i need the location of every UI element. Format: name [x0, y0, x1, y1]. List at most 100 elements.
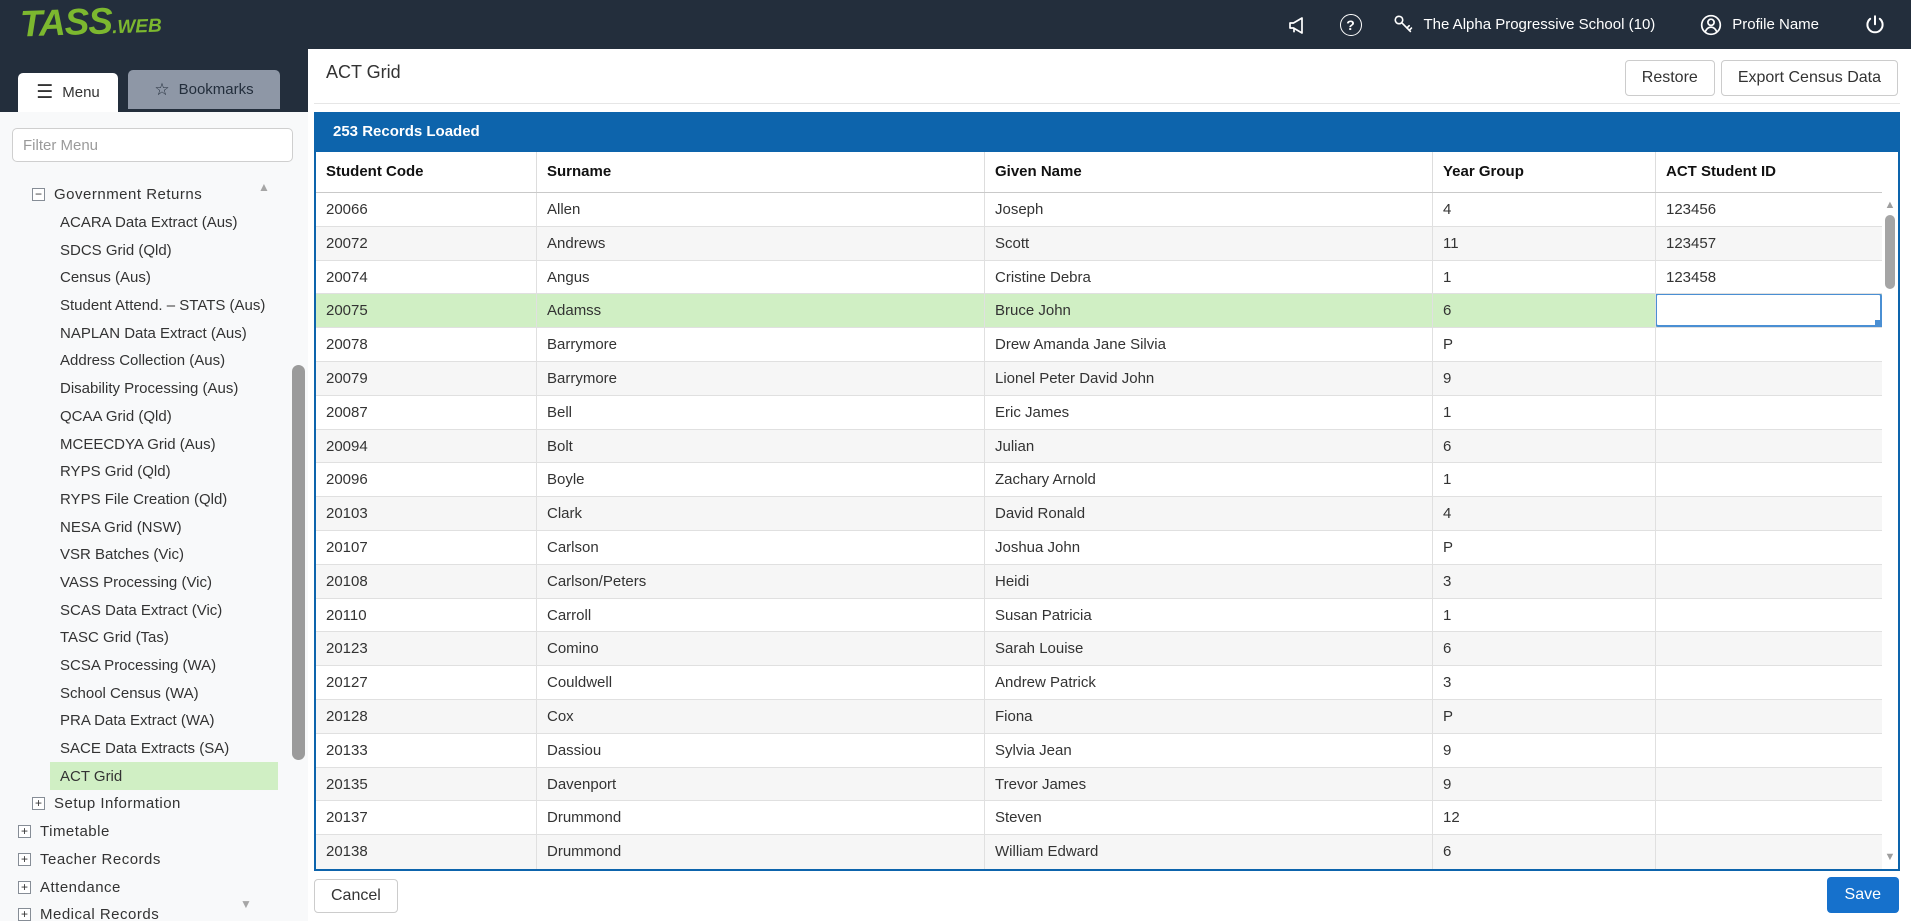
- cell-act-student-id[interactable]: [1656, 294, 1882, 327]
- cell-year-group: 9: [1433, 734, 1656, 767]
- cell-act-student-id[interactable]: [1656, 700, 1882, 733]
- sidebar-item-timetable[interactable]: +Timetable: [0, 818, 308, 846]
- logout-power-icon[interactable]: [1863, 13, 1887, 37]
- sidebar-item-nesa-grid-nsw[interactable]: NESA Grid (NSW): [0, 513, 308, 541]
- column-header-student-code[interactable]: Student Code: [316, 152, 537, 192]
- sidebar-item-label: Address Collection (Aus): [60, 352, 225, 369]
- profile-menu[interactable]: Profile Name: [1699, 13, 1819, 37]
- sidebar-item-medical-records[interactable]: +Medical Records: [0, 901, 308, 921]
- cell-act-student-id[interactable]: [1656, 632, 1882, 665]
- cell-year-group: 6: [1433, 294, 1656, 327]
- sidebar-item-label: NAPLAN Data Extract (Aus): [60, 325, 247, 342]
- key-icon: [1392, 13, 1415, 36]
- cell-act-student-id[interactable]: [1656, 666, 1882, 699]
- sidebar-scroll-down-icon[interactable]: ▼: [240, 897, 252, 911]
- cell-act-student-id[interactable]: 123456: [1656, 193, 1882, 226]
- cell-act-student-id[interactable]: [1656, 328, 1882, 361]
- act-student-id-input[interactable]: [1656, 294, 1882, 327]
- table-row: 20103ClarkDavid Ronald4: [316, 497, 1882, 531]
- save-button[interactable]: Save: [1827, 877, 1899, 913]
- cell-surname: Andrews: [537, 227, 985, 260]
- cell-act-student-id[interactable]: [1656, 396, 1882, 429]
- collapse-box-icon[interactable]: −: [32, 188, 45, 201]
- sidebar-item-label: ACT Grid: [60, 768, 122, 785]
- sidebar-item-label: Government Returns: [54, 186, 202, 203]
- sidebar-item-sdcs-grid-qld[interactable]: SDCS Grid (Qld): [0, 236, 308, 264]
- cell-year-group: 12: [1433, 801, 1656, 834]
- sidebar-item-qcaa-grid-qld[interactable]: QCAA Grid (Qld): [0, 403, 308, 431]
- cell-act-student-id[interactable]: 123457: [1656, 227, 1882, 260]
- cell-year-group: 4: [1433, 193, 1656, 226]
- cell-code: 20135: [316, 768, 537, 801]
- column-header-given-name[interactable]: Given Name: [985, 152, 1433, 192]
- cell-act-student-id[interactable]: [1656, 801, 1882, 834]
- cell-surname: Dassiou: [537, 734, 985, 767]
- cell-act-student-id[interactable]: [1656, 463, 1882, 496]
- cell-act-student-id[interactable]: 123458: [1656, 261, 1882, 294]
- help-icon[interactable]: ?: [1340, 14, 1362, 36]
- sidebar-item-setup-information[interactable]: +Setup Information: [0, 790, 308, 818]
- cell-act-student-id[interactable]: [1656, 531, 1882, 564]
- cell-act-student-id[interactable]: [1656, 565, 1882, 598]
- sidebar-item-census-aus[interactable]: Census (Aus): [0, 264, 308, 292]
- table-scrollbar[interactable]: ▲ ▼: [1882, 193, 1898, 867]
- top-bar: TASS.WEB ? The Alpha Progressive School …: [0, 0, 1911, 49]
- cell-act-student-id[interactable]: [1656, 362, 1882, 395]
- sidebar-item-ryps-file-creation-qld[interactable]: RYPS File Creation (Qld): [0, 486, 308, 514]
- sidebar: ☰ Menu ☆ Bookmarks −Government Returns AC…: [0, 49, 308, 921]
- expand-box-icon[interactable]: +: [32, 797, 45, 810]
- tab-menu[interactable]: ☰ Menu: [18, 73, 118, 112]
- cell-act-student-id[interactable]: [1656, 835, 1882, 869]
- sidebar-item-tasc-grid-tas[interactable]: TASC Grid (Tas): [0, 624, 308, 652]
- sidebar-item-mceecdya-grid-aus[interactable]: MCEECDYA Grid (Aus): [0, 430, 308, 458]
- table-scroll-down-icon[interactable]: ▼: [1882, 851, 1898, 863]
- table-scrollbar-thumb[interactable]: [1885, 215, 1895, 289]
- cell-act-student-id[interactable]: [1656, 768, 1882, 801]
- cell-act-student-id[interactable]: [1656, 430, 1882, 463]
- sidebar-item-ryps-grid-qld[interactable]: RYPS Grid (Qld): [0, 458, 308, 486]
- sidebar-scrollbar-thumb[interactable]: [292, 365, 305, 760]
- sidebar-item-school-census-wa[interactable]: School Census (WA): [0, 679, 308, 707]
- cell-act-student-id[interactable]: [1656, 497, 1882, 530]
- cell-year-group: 1: [1433, 463, 1656, 496]
- column-header-surname[interactable]: Surname: [537, 152, 985, 192]
- sidebar-item-disability-processing-aus[interactable]: Disability Processing (Aus): [0, 375, 308, 403]
- cancel-button[interactable]: Cancel: [314, 879, 398, 913]
- tass-web-logo[interactable]: TASS.WEB: [19, 0, 162, 45]
- sidebar-item-act-grid[interactable]: ACT Grid: [50, 762, 278, 790]
- restore-button[interactable]: Restore: [1625, 60, 1715, 96]
- cell-act-student-id[interactable]: [1656, 599, 1882, 632]
- column-header-act-student-id[interactable]: ACT Student ID: [1656, 152, 1882, 192]
- filter-menu-input[interactable]: [12, 128, 293, 162]
- sidebar-item-naplan-data-extract-aus[interactable]: NAPLAN Data Extract (Aus): [0, 319, 308, 347]
- cell-act-student-id[interactable]: [1656, 734, 1882, 767]
- expand-box-icon[interactable]: +: [18, 853, 31, 866]
- sidebar-item-scas-data-extract-vic[interactable]: SCAS Data Extract (Vic): [0, 596, 308, 624]
- announcements-icon[interactable]: [1286, 13, 1310, 37]
- sidebar-scroll-up-icon[interactable]: ▲: [258, 180, 270, 194]
- sidebar-item-attendance[interactable]: +Attendance: [0, 873, 308, 901]
- sidebar-item-acara-data-extract-aus[interactable]: ACARA Data Extract (Aus): [0, 209, 308, 237]
- sidebar-item-sace-data-extracts-sa[interactable]: SACE Data Extracts (SA): [0, 735, 308, 763]
- sidebar-item-vass-processing-vic[interactable]: VASS Processing (Vic): [0, 569, 308, 597]
- sidebar-item-pra-data-extract-wa[interactable]: PRA Data Extract (WA): [0, 707, 308, 735]
- cell-fill-handle[interactable]: [1875, 320, 1882, 327]
- column-header-year-group[interactable]: Year Group: [1433, 152, 1656, 192]
- expand-box-icon[interactable]: +: [18, 881, 31, 894]
- cell-code: 20087: [316, 396, 537, 429]
- expand-box-icon[interactable]: +: [18, 908, 31, 921]
- cell-given-name: Joseph: [985, 193, 1433, 226]
- current-school[interactable]: The Alpha Progressive School (10): [1392, 13, 1656, 36]
- expand-box-icon[interactable]: +: [18, 825, 31, 838]
- sidebar-item-student-attend-stats-aus[interactable]: Student Attend. – STATS (Aus): [0, 292, 308, 320]
- table-scroll-up-icon[interactable]: ▲: [1882, 199, 1898, 211]
- sidebar-item-teacher-records[interactable]: +Teacher Records: [0, 846, 308, 874]
- sidebar-item-address-collection-aus[interactable]: Address Collection (Aus): [0, 347, 308, 375]
- tab-bookmarks[interactable]: ☆ Bookmarks: [128, 70, 280, 109]
- sidebar-item-scsa-processing-wa[interactable]: SCSA Processing (WA): [0, 652, 308, 680]
- cell-given-name: Zachary Arnold: [985, 463, 1433, 496]
- sidebar-item-label: ACARA Data Extract (Aus): [60, 214, 238, 231]
- export-census-data-button[interactable]: Export Census Data: [1721, 60, 1898, 96]
- sidebar-item-label: NESA Grid (NSW): [60, 519, 182, 536]
- sidebar-item-vsr-batches-vic[interactable]: VSR Batches (Vic): [0, 541, 308, 569]
